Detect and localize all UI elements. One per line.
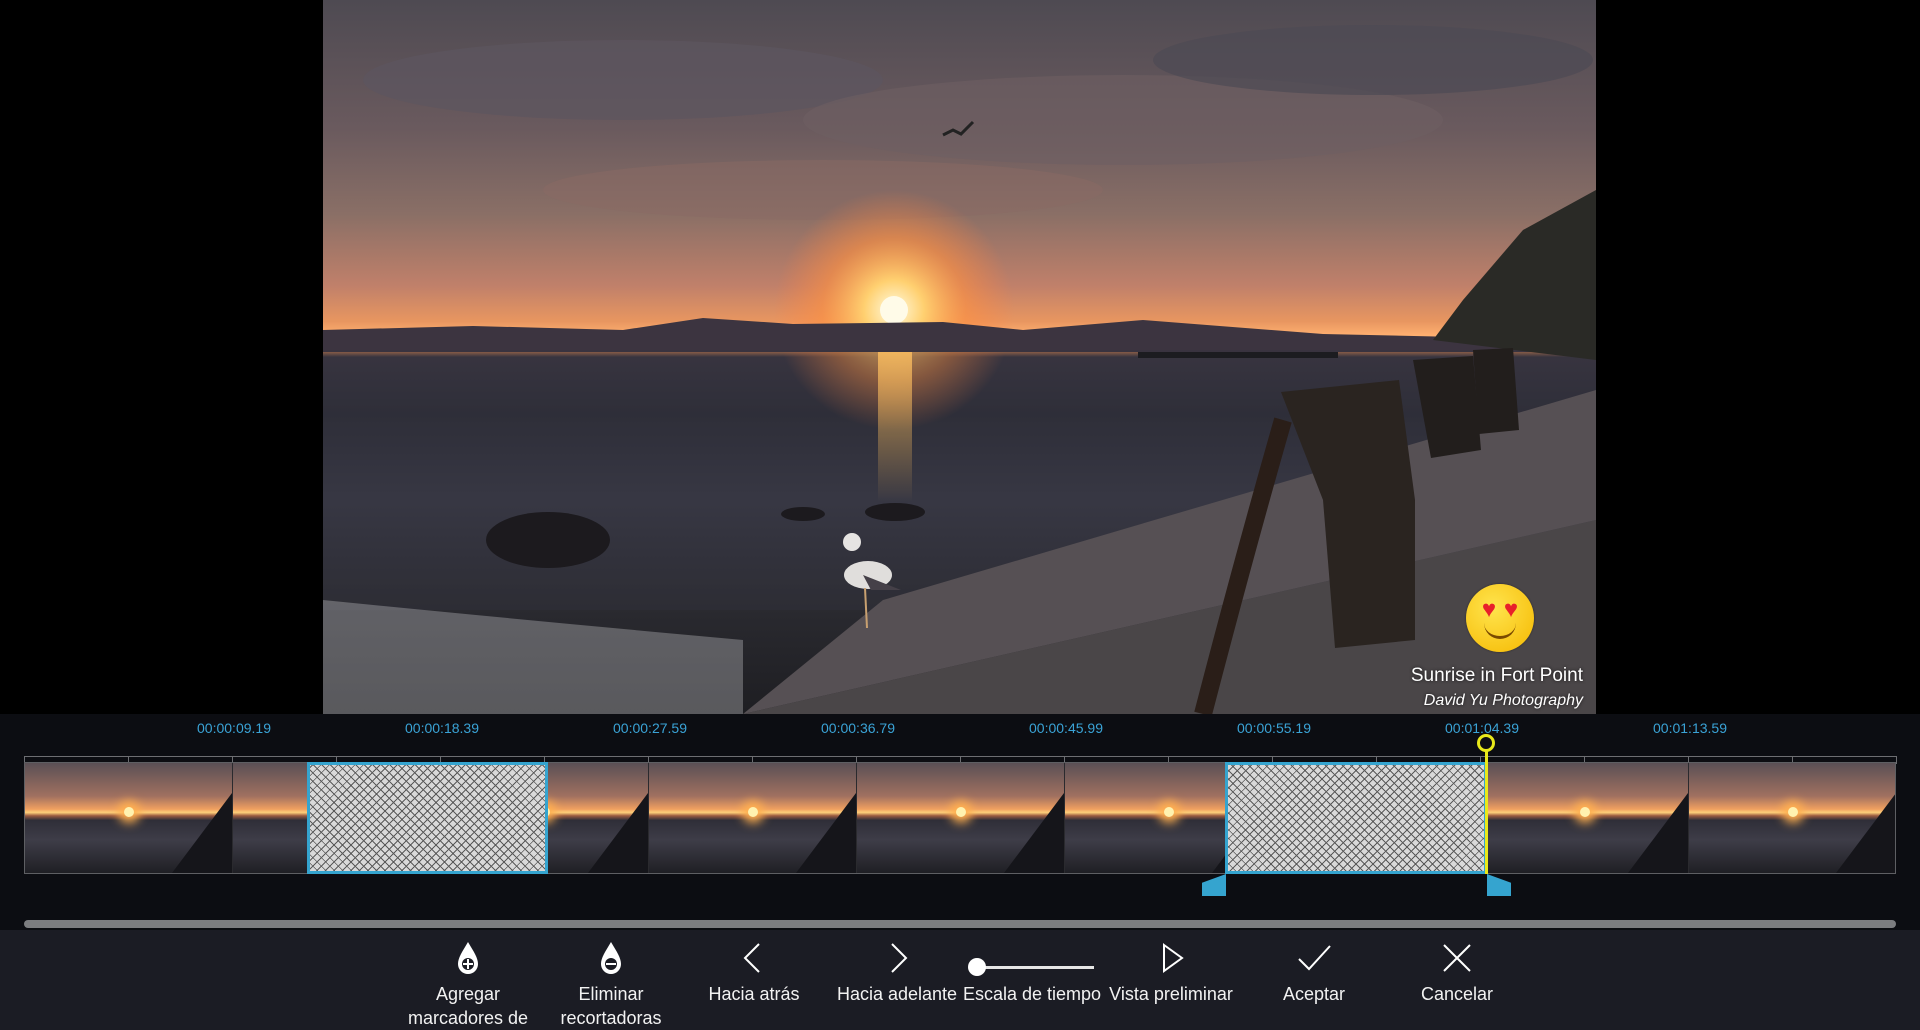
forward-button[interactable]: Hacia adelante bbox=[822, 930, 972, 1030]
time-label: 00:01:13.59 bbox=[1653, 720, 1727, 736]
accept-button[interactable]: Aceptar bbox=[1239, 930, 1389, 1030]
preview-button[interactable]: Vista preliminar bbox=[1096, 930, 1246, 1030]
chevron-left-icon bbox=[743, 943, 760, 973]
caption-credit[interactable]: David Yu Photography bbox=[1424, 692, 1583, 710]
time-label: 00:00:27.59 bbox=[613, 720, 687, 736]
cancel-button[interactable]: Cancelar bbox=[1382, 930, 1532, 1030]
forward-label: Hacia adelante bbox=[836, 984, 958, 1004]
playhead-line[interactable] bbox=[1485, 744, 1488, 874]
chevron-right-icon bbox=[891, 943, 908, 973]
thumbnail-sun bbox=[1787, 807, 1798, 817]
time-label: 00:00:18.39 bbox=[405, 720, 479, 736]
thumbnail-cliff bbox=[796, 793, 856, 873]
thumbnail-cliff bbox=[588, 793, 648, 873]
cancel-label: Cancelar bbox=[1420, 984, 1494, 1004]
timeline-scrollbar[interactable] bbox=[24, 920, 1896, 928]
trim-selection-1[interactable] bbox=[307, 762, 548, 874]
thumbnail-cliff bbox=[1004, 793, 1064, 873]
add-markers-label: Agregar marcadores de bbox=[407, 984, 529, 1028]
preview-label: Vista preliminar bbox=[1109, 984, 1233, 1004]
video-thumbnail bbox=[649, 763, 857, 873]
thumbnail-sun bbox=[1163, 807, 1174, 817]
smile-mouth bbox=[1484, 622, 1516, 639]
thumbnail-cliff bbox=[1836, 793, 1895, 873]
back-button[interactable]: Hacia atrás bbox=[679, 930, 829, 1030]
back-label: Hacia atrás bbox=[708, 984, 800, 1004]
thumbnail-strip[interactable] bbox=[24, 762, 1896, 874]
remove-markers-label: Eliminar recortadoras bbox=[560, 984, 662, 1028]
remove-markers-button[interactable]: Eliminar recortadoras bbox=[536, 930, 686, 1030]
thumbnail-cliff bbox=[1628, 793, 1688, 873]
play-icon bbox=[1163, 943, 1184, 973]
video-thumbnail bbox=[1689, 763, 1895, 873]
video-thumbnail bbox=[1481, 763, 1689, 873]
playhead-knob[interactable] bbox=[1477, 734, 1495, 752]
video-thumbnail bbox=[857, 763, 1065, 873]
remove-marker-icon bbox=[601, 942, 621, 974]
video-preview-area: ♥ ♥ Sunrise in Fort Point David Yu Photo… bbox=[0, 0, 1920, 714]
heart-eye-icon: ♥ bbox=[1503, 596, 1519, 623]
thumbnail-sun bbox=[123, 807, 134, 817]
timeline-panel: 00:00:09.19 00:00:18.39 00:00:27.59 00:0… bbox=[0, 714, 1920, 930]
video-frame[interactable]: ♥ ♥ Sunrise in Fort Point David Yu Photo… bbox=[323, 0, 1596, 714]
trim-selection-2[interactable] bbox=[1225, 762, 1487, 874]
close-icon bbox=[1443, 944, 1471, 972]
accept-label: Aceptar bbox=[1282, 984, 1346, 1004]
trim-end-handle[interactable] bbox=[1487, 874, 1511, 896]
sunset-scene-image bbox=[323, 25, 1596, 714]
time-scale-control: Escala de tiempo bbox=[957, 930, 1107, 1030]
thumbnail-sun bbox=[747, 807, 758, 817]
thumbnail-sun bbox=[955, 807, 966, 817]
thumbnail-sun bbox=[1579, 807, 1590, 817]
time-scale-slider-track[interactable] bbox=[978, 966, 1094, 969]
heart-eye-icon: ♥ bbox=[1481, 596, 1497, 623]
add-markers-button[interactable]: Agregar marcadores de bbox=[393, 930, 543, 1030]
checkmark-icon bbox=[1298, 945, 1331, 971]
heart-eyes-emoji-sticker[interactable]: ♥ ♥ bbox=[1466, 584, 1534, 652]
trim-start-handle[interactable] bbox=[1202, 874, 1226, 896]
ruler-tick bbox=[1896, 756, 1897, 764]
time-scale-slider-knob[interactable] bbox=[968, 958, 986, 976]
time-label: 00:00:45.99 bbox=[1029, 720, 1103, 736]
thumbnail-cliff bbox=[172, 793, 232, 873]
bottom-toolbar: Agregar marcadores de Eliminar recortado… bbox=[0, 930, 1920, 1030]
time-label: 00:00:09.19 bbox=[197, 720, 271, 736]
time-scale-label: Escala de tiempo bbox=[962, 984, 1102, 1004]
time-label: 00:00:36.79 bbox=[821, 720, 895, 736]
video-thumbnail bbox=[25, 763, 233, 873]
add-marker-icon bbox=[458, 942, 478, 974]
caption-title[interactable]: Sunrise in Fort Point bbox=[1411, 665, 1583, 687]
time-label: 00:00:55.19 bbox=[1237, 720, 1311, 736]
